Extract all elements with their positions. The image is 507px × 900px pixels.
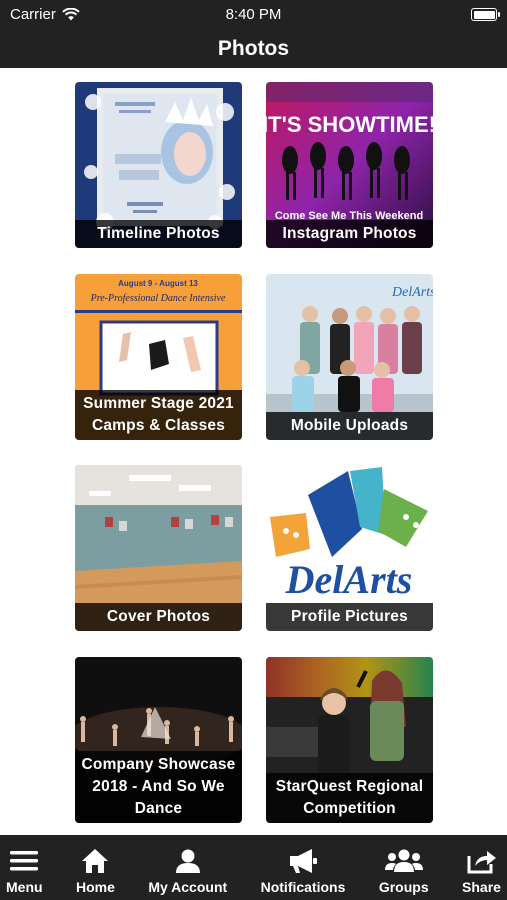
tab-share[interactable]: Share	[462, 835, 501, 900]
menu-icon	[9, 847, 39, 875]
album-timeline-photos[interactable]: Timeline Photos	[75, 82, 242, 248]
album-summer-stage-2021[interactable]: August 9 - August 13 Pre-Professional Da…	[75, 274, 242, 440]
album-label: Summer Stage 2021 Camps & Classes	[75, 390, 242, 440]
album-profile-pictures[interactable]: DelArts Profile Pictures	[266, 465, 433, 631]
home-icon	[81, 847, 109, 875]
album-company-showcase-2018[interactable]: Company Showcase 2018 - And So We Dance	[75, 657, 242, 823]
tab-notifications[interactable]: Notifications	[260, 835, 346, 900]
album-label: Company Showcase 2018 - And So We Dance	[75, 751, 242, 823]
logo-text: DelArts	[285, 557, 413, 602]
album-grid: Timeline Photos IT'S SHOWTIME! Come See …	[0, 68, 507, 835]
album-label: Cover Photos	[75, 603, 242, 631]
tab-groups[interactable]: Groups	[379, 835, 429, 900]
svg-text:DelArts: DelArts	[391, 285, 433, 300]
clock: 8:40 PM	[225, 6, 282, 23]
album-label: Profile Pictures	[266, 603, 433, 631]
page-title: Photos	[217, 37, 290, 60]
album-instagram-photos[interactable]: IT'S SHOWTIME! Come See Me This Weekend …	[266, 82, 433, 248]
tab-label: Share	[462, 879, 501, 895]
tab-my-account[interactable]: My Account	[148, 835, 227, 900]
album-starquest-regional[interactable]: StarQuest Regional Competition	[266, 657, 433, 823]
tab-bar: Menu Home My Account Notifications Group…	[0, 835, 507, 900]
tab-label: Home	[76, 879, 115, 895]
user-icon	[175, 847, 201, 875]
poster-title: Pre-Professional Dance Intensive	[90, 293, 226, 304]
album-label: Timeline Photos	[75, 220, 242, 248]
status-bar: Carrier 8:40 PM	[0, 0, 507, 30]
poster-title: IT'S SHOWTIME!	[266, 112, 433, 137]
tab-menu[interactable]: Menu	[6, 835, 43, 900]
album-mobile-uploads[interactable]: DelArts Mobile Uploads	[266, 274, 433, 440]
poster-dates: August 9 - August 13	[118, 279, 198, 288]
tab-home[interactable]: Home	[76, 835, 115, 900]
album-label: Mobile Uploads	[266, 412, 433, 440]
group-icon	[384, 847, 423, 875]
nav-header: Photos	[0, 30, 507, 68]
megaphone-icon	[288, 847, 318, 875]
battery-icon	[471, 8, 500, 21]
album-cover-photos[interactable]: Cover Photos	[75, 465, 242, 631]
tab-label: Groups	[378, 879, 429, 895]
tab-label: Menu	[6, 879, 43, 895]
share-icon	[467, 847, 497, 875]
album-label: Instagram Photos	[266, 220, 433, 248]
tab-label: My Account	[148, 879, 228, 895]
album-label: StarQuest Regional Competition	[266, 773, 433, 823]
tab-label: Notifications	[260, 879, 346, 895]
